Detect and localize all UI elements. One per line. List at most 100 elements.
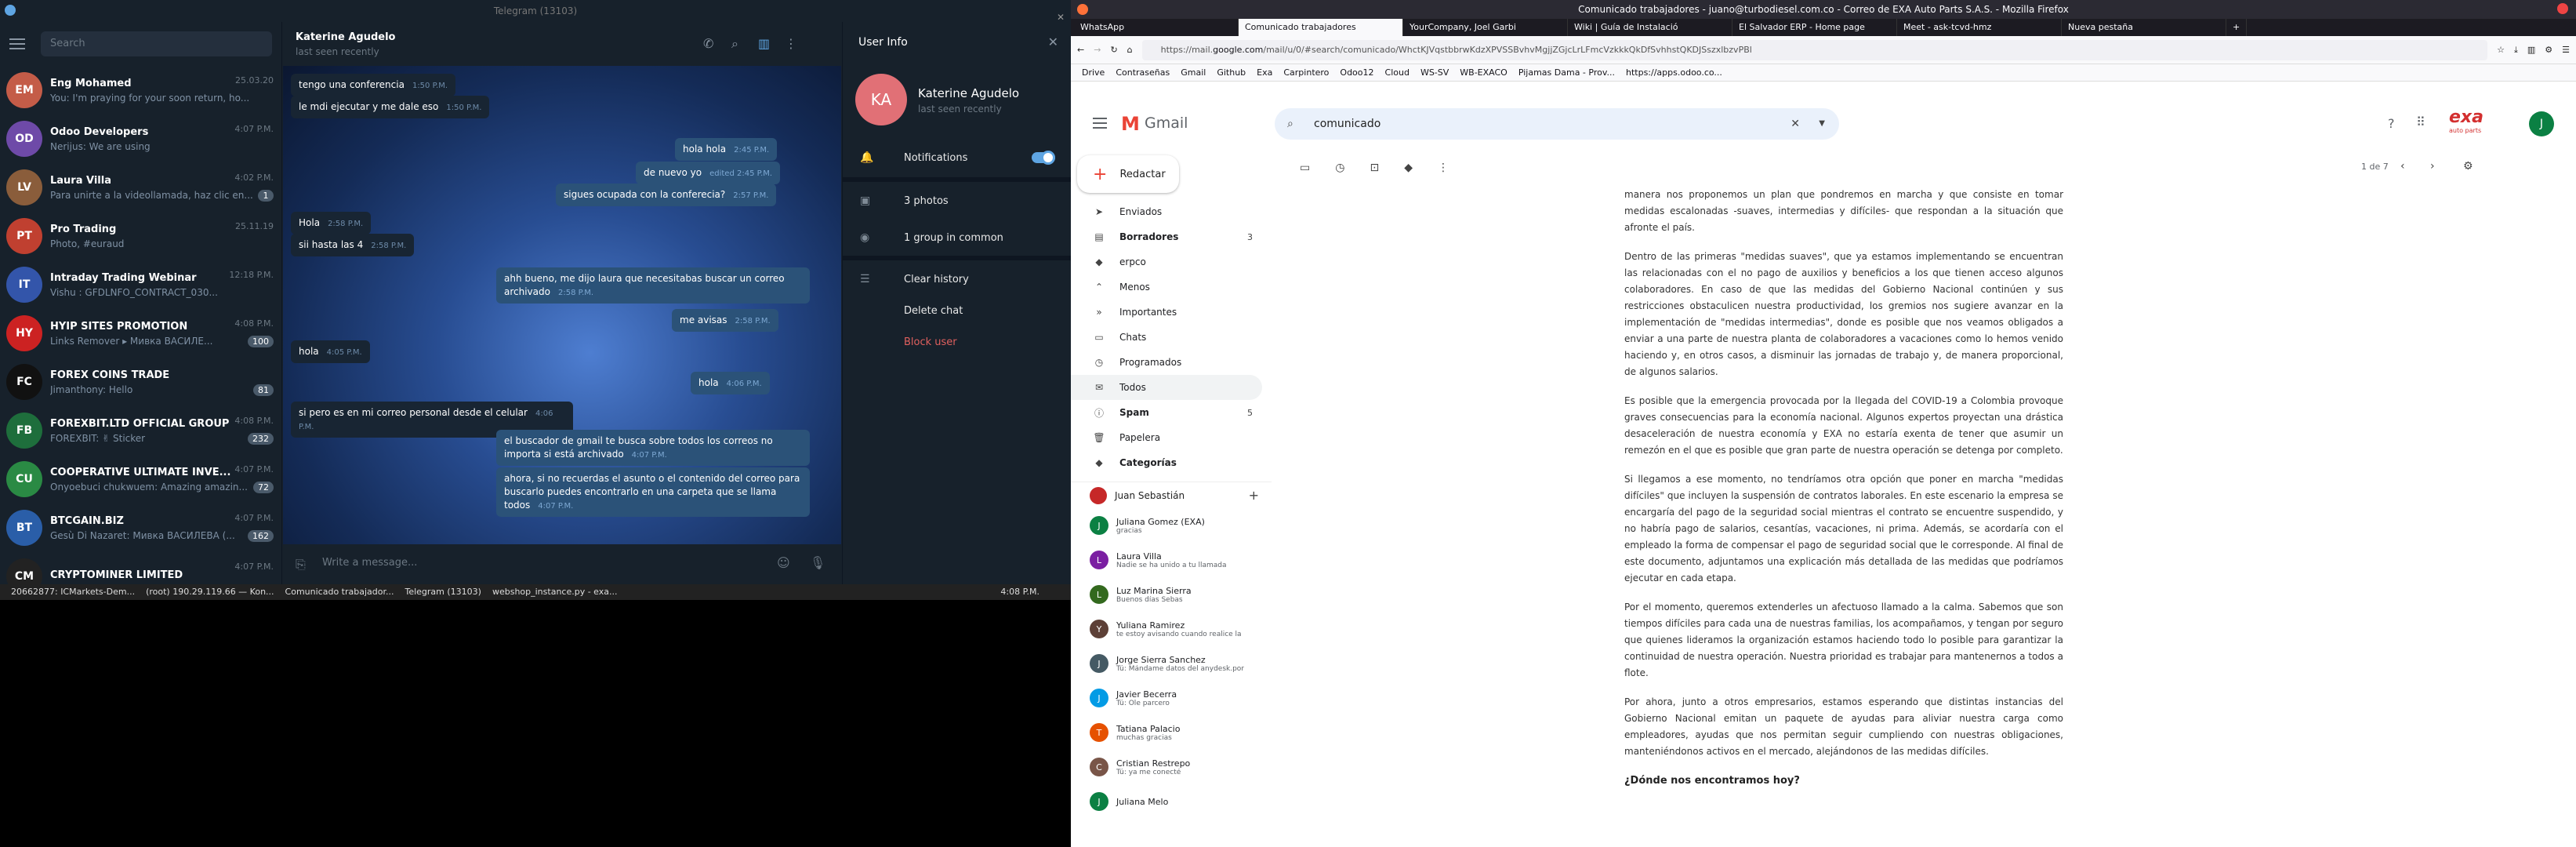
emoji-icon[interactable]: ☺ (777, 555, 790, 570)
bookmark-item[interactable]: Pijamas Dama - Prov... (1518, 67, 1615, 78)
chat-item[interactable]: EM Eng Mohamed You: I'm praying for your s… (0, 66, 281, 115)
bookmark-item[interactable]: WS-SV (1420, 67, 1449, 78)
reload-icon[interactable]: ↻ (1110, 45, 1117, 55)
chat-item[interactable]: CU COOPERATIVE ULTIMATE INVE... Onyoebuci … (0, 455, 281, 503)
bookmark-item[interactable]: WB-EXACO (1460, 67, 1508, 78)
folder-item[interactable]: ⌃ Menos (1071, 274, 1262, 300)
folder-item[interactable]: ◷ Programados (1071, 350, 1262, 375)
browser-tab[interactable]: Wiki | Guía de Instalació (1568, 19, 1732, 36)
delete-chat-button[interactable]: Delete chat (843, 298, 1071, 323)
bookmark-item[interactable]: Drive (1082, 67, 1105, 78)
search-icon[interactable]: ⌕ (731, 36, 738, 52)
conversation-header[interactable]: Katerine Agudelo last seen recently ✆ ⌕ … (283, 22, 841, 66)
move-to-inbox-icon[interactable]: ⊡ (1370, 162, 1379, 174)
hangout-item[interactable]: Y Yuliana Ramirez te estoy avisando cuando… (1071, 612, 1272, 646)
browser-tab[interactable]: Comunicado trabajadores (1239, 19, 1403, 36)
chat-item[interactable]: LV Laura Villa Para unirte a la videollama… (0, 163, 281, 212)
hangout-item[interactable]: C Cristian Restrepo Tú: ya me conecté (1071, 750, 1272, 784)
taskbar-item[interactable]: webshop_instance.py - exa... (492, 587, 618, 597)
microphone-icon[interactable]: 🎙 (810, 555, 825, 570)
folder-item[interactable]: ✉ Todos (1071, 375, 1262, 400)
message-bubble[interactable]: Hola 2:58 P.M. (291, 212, 372, 234)
taskbar-item[interactable]: 20662877: ICMarkets-Dem... (11, 587, 135, 597)
bookmark-item[interactable]: Gmail (1181, 67, 1206, 78)
folder-item[interactable]: ◆ Categorías (1071, 450, 1262, 475)
settings-icon[interactable]: ⚙ (2463, 160, 2473, 173)
message-bubble[interactable]: hola 4:06 P.M. (691, 372, 770, 394)
clear-history-button[interactable]: ☰ Clear history (843, 260, 1071, 298)
avatar[interactable]: KA (855, 74, 907, 125)
chat-search-input[interactable]: Search (41, 31, 272, 56)
taskbar-item[interactable]: (root) 190.29.119.66 — Kon... (146, 587, 274, 597)
chat-item[interactable]: IT Intraday Trading Webinar Vishu : GFDLNF… (0, 260, 281, 309)
browser-tab[interactable]: YourCompany, Joel Garbi (1403, 19, 1568, 36)
photos-row[interactable]: ▣ 3 photos (843, 182, 1071, 220)
hangout-item[interactable]: L Luz Marina Sierra Buenos días Sebas (1071, 577, 1272, 612)
bookmark-item[interactable]: Contraseñas (1116, 67, 1170, 78)
new-tab-icon[interactable]: + (2226, 19, 2248, 36)
hangout-item[interactable]: T Tatiana Palacio muchas gracias (1071, 715, 1272, 750)
bookmark-item[interactable]: Carpintero (1283, 67, 1329, 78)
block-user-button[interactable]: Block user (843, 323, 1071, 361)
message-bubble[interactable]: le mdi ejecutar y me dale eso 1:50 P.M. (291, 96, 490, 118)
attach-icon[interactable]: ⎘ (296, 557, 306, 573)
next-page-icon[interactable]: › (2430, 160, 2435, 173)
account-avatar[interactable]: J (2529, 111, 2554, 136)
folder-item[interactable]: ▤ Borradores 3 (1071, 224, 1262, 249)
hangouts-user[interactable]: Juan Sebastián (1115, 490, 1185, 501)
folder-item[interactable]: 🗑 Papelera (1071, 425, 1262, 450)
bookmark-item[interactable]: https://apps.odoo.co... (1626, 67, 1722, 78)
browser-tab[interactable]: WhatsApp (1074, 19, 1239, 36)
message-bubble[interactable]: sigues ocupada con la conferecia? 2:57 P.… (556, 184, 777, 206)
hangout-item[interactable]: J Jorge Sierra Sanchez Tú: Mándame datos d… (1071, 646, 1272, 681)
bookmark-item[interactable]: Exa (1257, 67, 1272, 78)
taskbar-item[interactable]: Telegram (13103) (405, 587, 481, 597)
chat-item[interactable]: OD Odoo Developers Nerijus: We are using 4:… (0, 115, 281, 163)
more-icon[interactable]: ⋮ (1438, 162, 1449, 174)
notifications-row[interactable]: 🔔 Notifications (843, 138, 1071, 182)
chat-item[interactable]: BT BTCGAIN.BIZ Gesù Di Nazaret: Мивка ВАСИ… (0, 503, 281, 552)
library-icon[interactable]: ▥ (2527, 45, 2535, 55)
menu-icon[interactable] (9, 38, 25, 49)
main-menu-icon[interactable] (1093, 118, 1107, 129)
menu-icon[interactable]: ☰ (2562, 45, 2570, 55)
folder-item[interactable]: ➤ Enviados (1071, 199, 1262, 224)
bookmark-item[interactable]: Github (1217, 67, 1246, 78)
folder-item[interactable]: ◆ erpco (1071, 249, 1262, 274)
gmail-logo-text[interactable]: Gmail (1145, 115, 1188, 132)
avatar[interactable] (1090, 486, 1107, 504)
taskbar-item[interactable]: Comunicado trabajador... (285, 587, 394, 597)
clear-search-icon[interactable]: ✕ (1791, 108, 1800, 140)
snooze-icon[interactable]: ◷ (1335, 162, 1344, 174)
phone-icon[interactable]: ✆ (703, 36, 713, 51)
close-icon[interactable]: ✕ (1048, 35, 1058, 49)
bookmark-star-icon[interactable]: ☆ (2497, 45, 2505, 55)
bookmark-item[interactable]: Cloud (1385, 67, 1410, 78)
browser-tab[interactable]: El Salvador ERP - Home page (1732, 19, 1897, 36)
folder-item[interactable]: » Importantes (1071, 300, 1262, 325)
message-bubble[interactable]: hola 4:05 P.M. (291, 340, 370, 363)
message-bubble[interactable]: me avisas 2:58 P.M. (672, 309, 778, 332)
more-icon[interactable]: ⋮ (785, 36, 797, 51)
mail-search-input[interactable]: ⌕ comunicado ✕ ▼ (1275, 108, 1839, 140)
message-input[interactable]: ⎘ Write a message... ☺ 🎙 (283, 544, 841, 584)
downloads-icon[interactable]: ⤓ (2514, 45, 2518, 56)
prev-page-icon[interactable]: ‹ (2400, 160, 2405, 173)
groups-row[interactable]: ◉ 1 group in common (843, 220, 1071, 260)
archive-icon[interactable]: ▭ (1300, 162, 1310, 174)
compose-button[interactable]: + Redactar (1077, 155, 1179, 193)
hangout-item[interactable]: J Juliana Gomez (EXA) gracias (1071, 508, 1272, 543)
forward-icon[interactable]: → (1094, 45, 1101, 55)
browser-tab[interactable]: Nueva pestaña (2062, 19, 2226, 36)
browser-tab[interactable]: Meet - ask-tcvd-hmz (1897, 19, 2062, 36)
chat-item[interactable]: PT Pro Trading Photo, #euraud 25.11.19 (0, 212, 281, 260)
message-bubble[interactable]: de nuevo yo edited 2:45 P.M. (636, 162, 781, 184)
close-window-icon[interactable] (2557, 3, 2568, 14)
search-icon[interactable]: ⌕ (1287, 108, 1293, 140)
url-bar[interactable]: https://mail.google.com/mail/u/0/#search… (1141, 39, 2488, 60)
extensions-icon[interactable]: ⚙ (2545, 45, 2552, 55)
folder-item[interactable]: ⓘ Spam 5 (1071, 400, 1262, 425)
message-bubble[interactable]: hola hola 2:45 P.M. (675, 138, 778, 161)
message-bubble[interactable]: tengo una conferencia 1:50 P.M. (291, 74, 456, 96)
folder-item[interactable]: ▭ Chats (1071, 325, 1262, 350)
